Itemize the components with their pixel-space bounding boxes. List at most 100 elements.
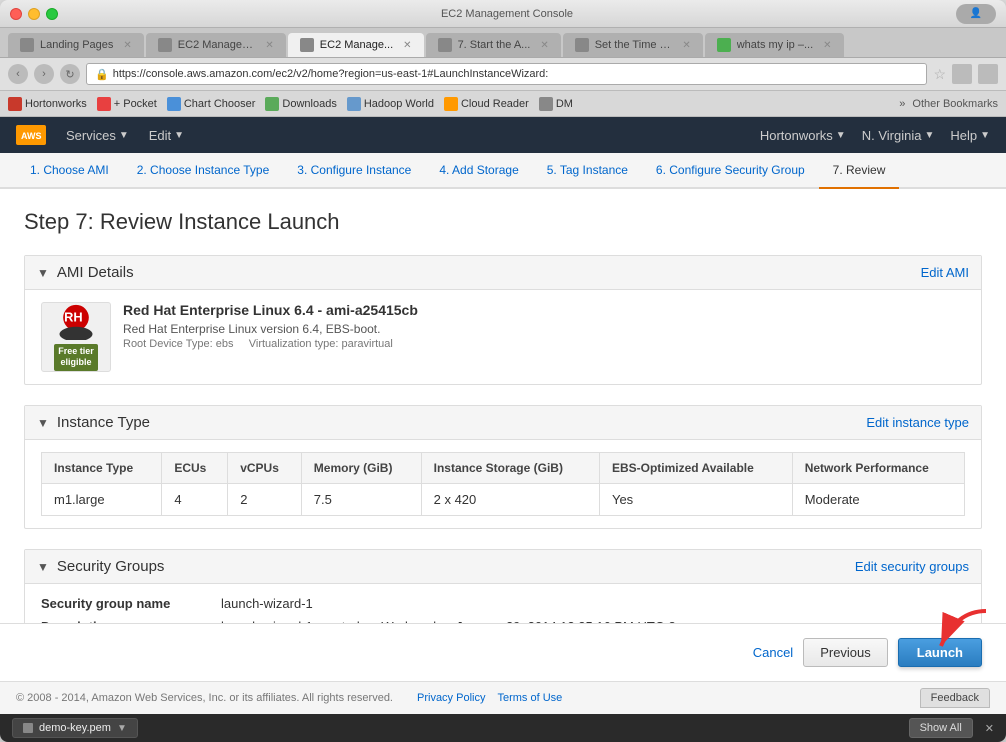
security-section-title: Security Groups xyxy=(57,558,165,575)
edit-security-groups-link[interactable]: Edit security groups xyxy=(855,559,969,574)
copyright-bar: © 2008 - 2014, Amazon Web Services, Inc.… xyxy=(0,681,1006,714)
wizard-steps: 1. Choose AMI 2. Choose Instance Type 3.… xyxy=(0,153,1006,189)
instance-collapse-icon[interactable]: ▼ xyxy=(37,416,49,430)
reload-button[interactable]: ↻ xyxy=(60,64,80,84)
footer-container: Cancel Previous Launch xyxy=(0,623,1006,681)
back-button[interactable]: ‹ xyxy=(8,64,28,84)
cancel-button[interactable]: Cancel xyxy=(753,645,793,660)
services-label: Services xyxy=(66,128,116,143)
tab-icon xyxy=(158,38,172,52)
cell-ecus: 4 xyxy=(162,484,228,516)
bookmark-hadoop[interactable]: Hadoop World xyxy=(347,97,434,111)
step-tab-4[interactable]: 4. Add Storage xyxy=(425,153,532,189)
redhat-logo-icon: RH xyxy=(56,303,96,340)
help-menu[interactable]: Help ▼ xyxy=(950,128,990,143)
page-title: Step 7: Review Instance Launch xyxy=(24,209,982,235)
bookmark-pocket[interactable]: + Pocket xyxy=(97,97,157,111)
main-content: Step 7: Review Instance Launch ▼ AMI Det… xyxy=(0,189,1006,623)
forward-button[interactable]: › xyxy=(34,64,54,84)
instance-section-header: ▼ Instance Type Edit instance type xyxy=(25,406,981,440)
address-input[interactable]: 🔒 https://console.aws.amazon.com/ec2/v2/… xyxy=(86,63,927,85)
privacy-policy-link[interactable]: Privacy Policy xyxy=(417,692,485,704)
bookmark-chart[interactable]: Chart Chooser xyxy=(167,97,256,111)
bookmark-favicon-pocket xyxy=(97,97,111,111)
tab-icon xyxy=(20,38,34,52)
col-storage: Instance Storage (GiB) xyxy=(421,453,599,484)
cell-instance-type: m1.large xyxy=(42,484,162,516)
bookmark-cloud-reader[interactable]: Cloud Reader xyxy=(444,97,529,111)
cell-network: Moderate xyxy=(792,484,964,516)
title-bar: EC2 Management Console 👤 xyxy=(0,0,1006,28)
download-file-icon xyxy=(23,723,33,733)
security-collapse-icon[interactable]: ▼ xyxy=(37,560,49,574)
tab-ec2-active[interactable]: EC2 Manage... ✕ xyxy=(288,33,424,57)
profile-icon[interactable]: 👤 xyxy=(956,4,996,24)
bookmark-downloads[interactable]: Downloads xyxy=(265,97,336,111)
other-bookmarks-label: Other Bookmarks xyxy=(912,98,998,110)
bookmark-favicon-downloads xyxy=(265,97,279,111)
minimize-window-button[interactable] xyxy=(28,8,40,20)
tab-close-icon[interactable]: ✕ xyxy=(823,40,831,51)
region-menu[interactable]: N. Virginia ▼ xyxy=(862,128,935,143)
tab-close-icon[interactable]: ✕ xyxy=(123,40,131,51)
copyright-links: Privacy Policy Terms of Use xyxy=(417,692,562,704)
edit-label: Edit xyxy=(149,128,171,143)
svg-text:RH: RH xyxy=(64,309,82,324)
previous-button[interactable]: Previous xyxy=(803,638,888,667)
tab-close-icon[interactable]: ✕ xyxy=(682,40,690,51)
step-tab-6[interactable]: 6. Configure Security Group xyxy=(642,153,819,189)
col-ecus: ECUs xyxy=(162,453,228,484)
bookmark-hortonworks[interactable]: Hortonworks xyxy=(8,97,87,111)
bookmark-dm[interactable]: DM xyxy=(539,97,573,111)
bookmark-star-icon[interactable]: ☆ xyxy=(933,66,946,83)
bookmarks-more[interactable]: » Other Bookmarks xyxy=(899,98,998,110)
tab-close-icon[interactable]: ✕ xyxy=(265,40,273,51)
menu-icon[interactable] xyxy=(978,64,998,84)
edit-instance-type-link[interactable]: Edit instance type xyxy=(866,415,969,430)
download-dropdown-icon[interactable]: ▼ xyxy=(117,723,127,734)
launch-button[interactable]: Launch xyxy=(898,638,982,667)
step-tab-2[interactable]: 2. Choose Instance Type xyxy=(123,153,284,189)
services-menu[interactable]: Services ▼ xyxy=(66,128,129,143)
tab-start[interactable]: 7. Start the A... ✕ xyxy=(426,33,561,57)
terms-of-use-link[interactable]: Terms of Use xyxy=(497,692,562,704)
aws-logo[interactable]: AWS xyxy=(16,125,46,145)
download-file-item[interactable]: demo-key.pem ▼ xyxy=(12,718,138,738)
tab-icon xyxy=(575,38,589,52)
extensions-icon[interactable] xyxy=(952,64,972,84)
step-tab-1[interactable]: 1. Choose AMI xyxy=(16,153,123,189)
ami-collapse-icon[interactable]: ▼ xyxy=(37,266,49,280)
tab-close-icon[interactable]: ✕ xyxy=(540,40,548,51)
close-window-button[interactable] xyxy=(10,8,22,20)
bookmark-favicon-chart xyxy=(167,97,181,111)
instance-section-body: Instance Type ECUs vCPUs Memory (GiB) In… xyxy=(25,440,981,528)
edit-menu[interactable]: Edit ▼ xyxy=(149,128,184,143)
instance-title-row: ▼ Instance Type xyxy=(37,414,150,431)
services-caret-icon: ▼ xyxy=(119,130,129,141)
virt-type-text: Virtualization type: paravirtual xyxy=(249,338,393,350)
browser-tabs: Landing Pages ✕ EC2 Managem... ✕ EC2 Man… xyxy=(0,28,1006,58)
download-bar: demo-key.pem ▼ Show All ✕ xyxy=(0,714,1006,742)
show-all-button[interactable]: Show All xyxy=(909,718,973,738)
table-row: m1.large 4 2 7.5 2 x 420 Yes Moderate xyxy=(42,484,965,516)
address-bar: ‹ › ↻ 🔒 https://console.aws.amazon.com/e… xyxy=(0,58,1006,91)
copyright-text: © 2008 - 2014, Amazon Web Services, Inc.… xyxy=(16,692,393,704)
step-tab-3[interactable]: 3. Configure Instance xyxy=(283,153,425,189)
tab-landing-pages[interactable]: Landing Pages ✕ xyxy=(8,33,144,57)
tab-close-icon[interactable]: ✕ xyxy=(403,40,411,51)
tab-ec2-1[interactable]: EC2 Managem... ✕ xyxy=(146,33,286,57)
download-bar-close-icon[interactable]: ✕ xyxy=(985,722,994,735)
edit-ami-link[interactable]: Edit AMI xyxy=(921,265,969,280)
account-menu[interactable]: Hortonworks ▼ xyxy=(760,128,846,143)
account-caret-icon: ▼ xyxy=(836,130,846,141)
feedback-button[interactable]: Feedback xyxy=(920,688,990,708)
step-tab-5[interactable]: 5. Tag Instance xyxy=(533,153,642,189)
maximize-window-button[interactable] xyxy=(46,8,58,20)
sg-name-row: Security group name launch-wizard-1 xyxy=(41,596,965,611)
tab-myip[interactable]: whats my ip –... ✕ xyxy=(705,33,844,57)
tab-icon xyxy=(717,38,731,52)
bookmark-favicon-dm xyxy=(539,97,553,111)
step-tab-7[interactable]: 7. Review xyxy=(819,153,900,189)
tab-time[interactable]: Set the Time fo... ✕ xyxy=(563,33,703,57)
ssl-lock-icon: 🔒 xyxy=(95,68,109,81)
